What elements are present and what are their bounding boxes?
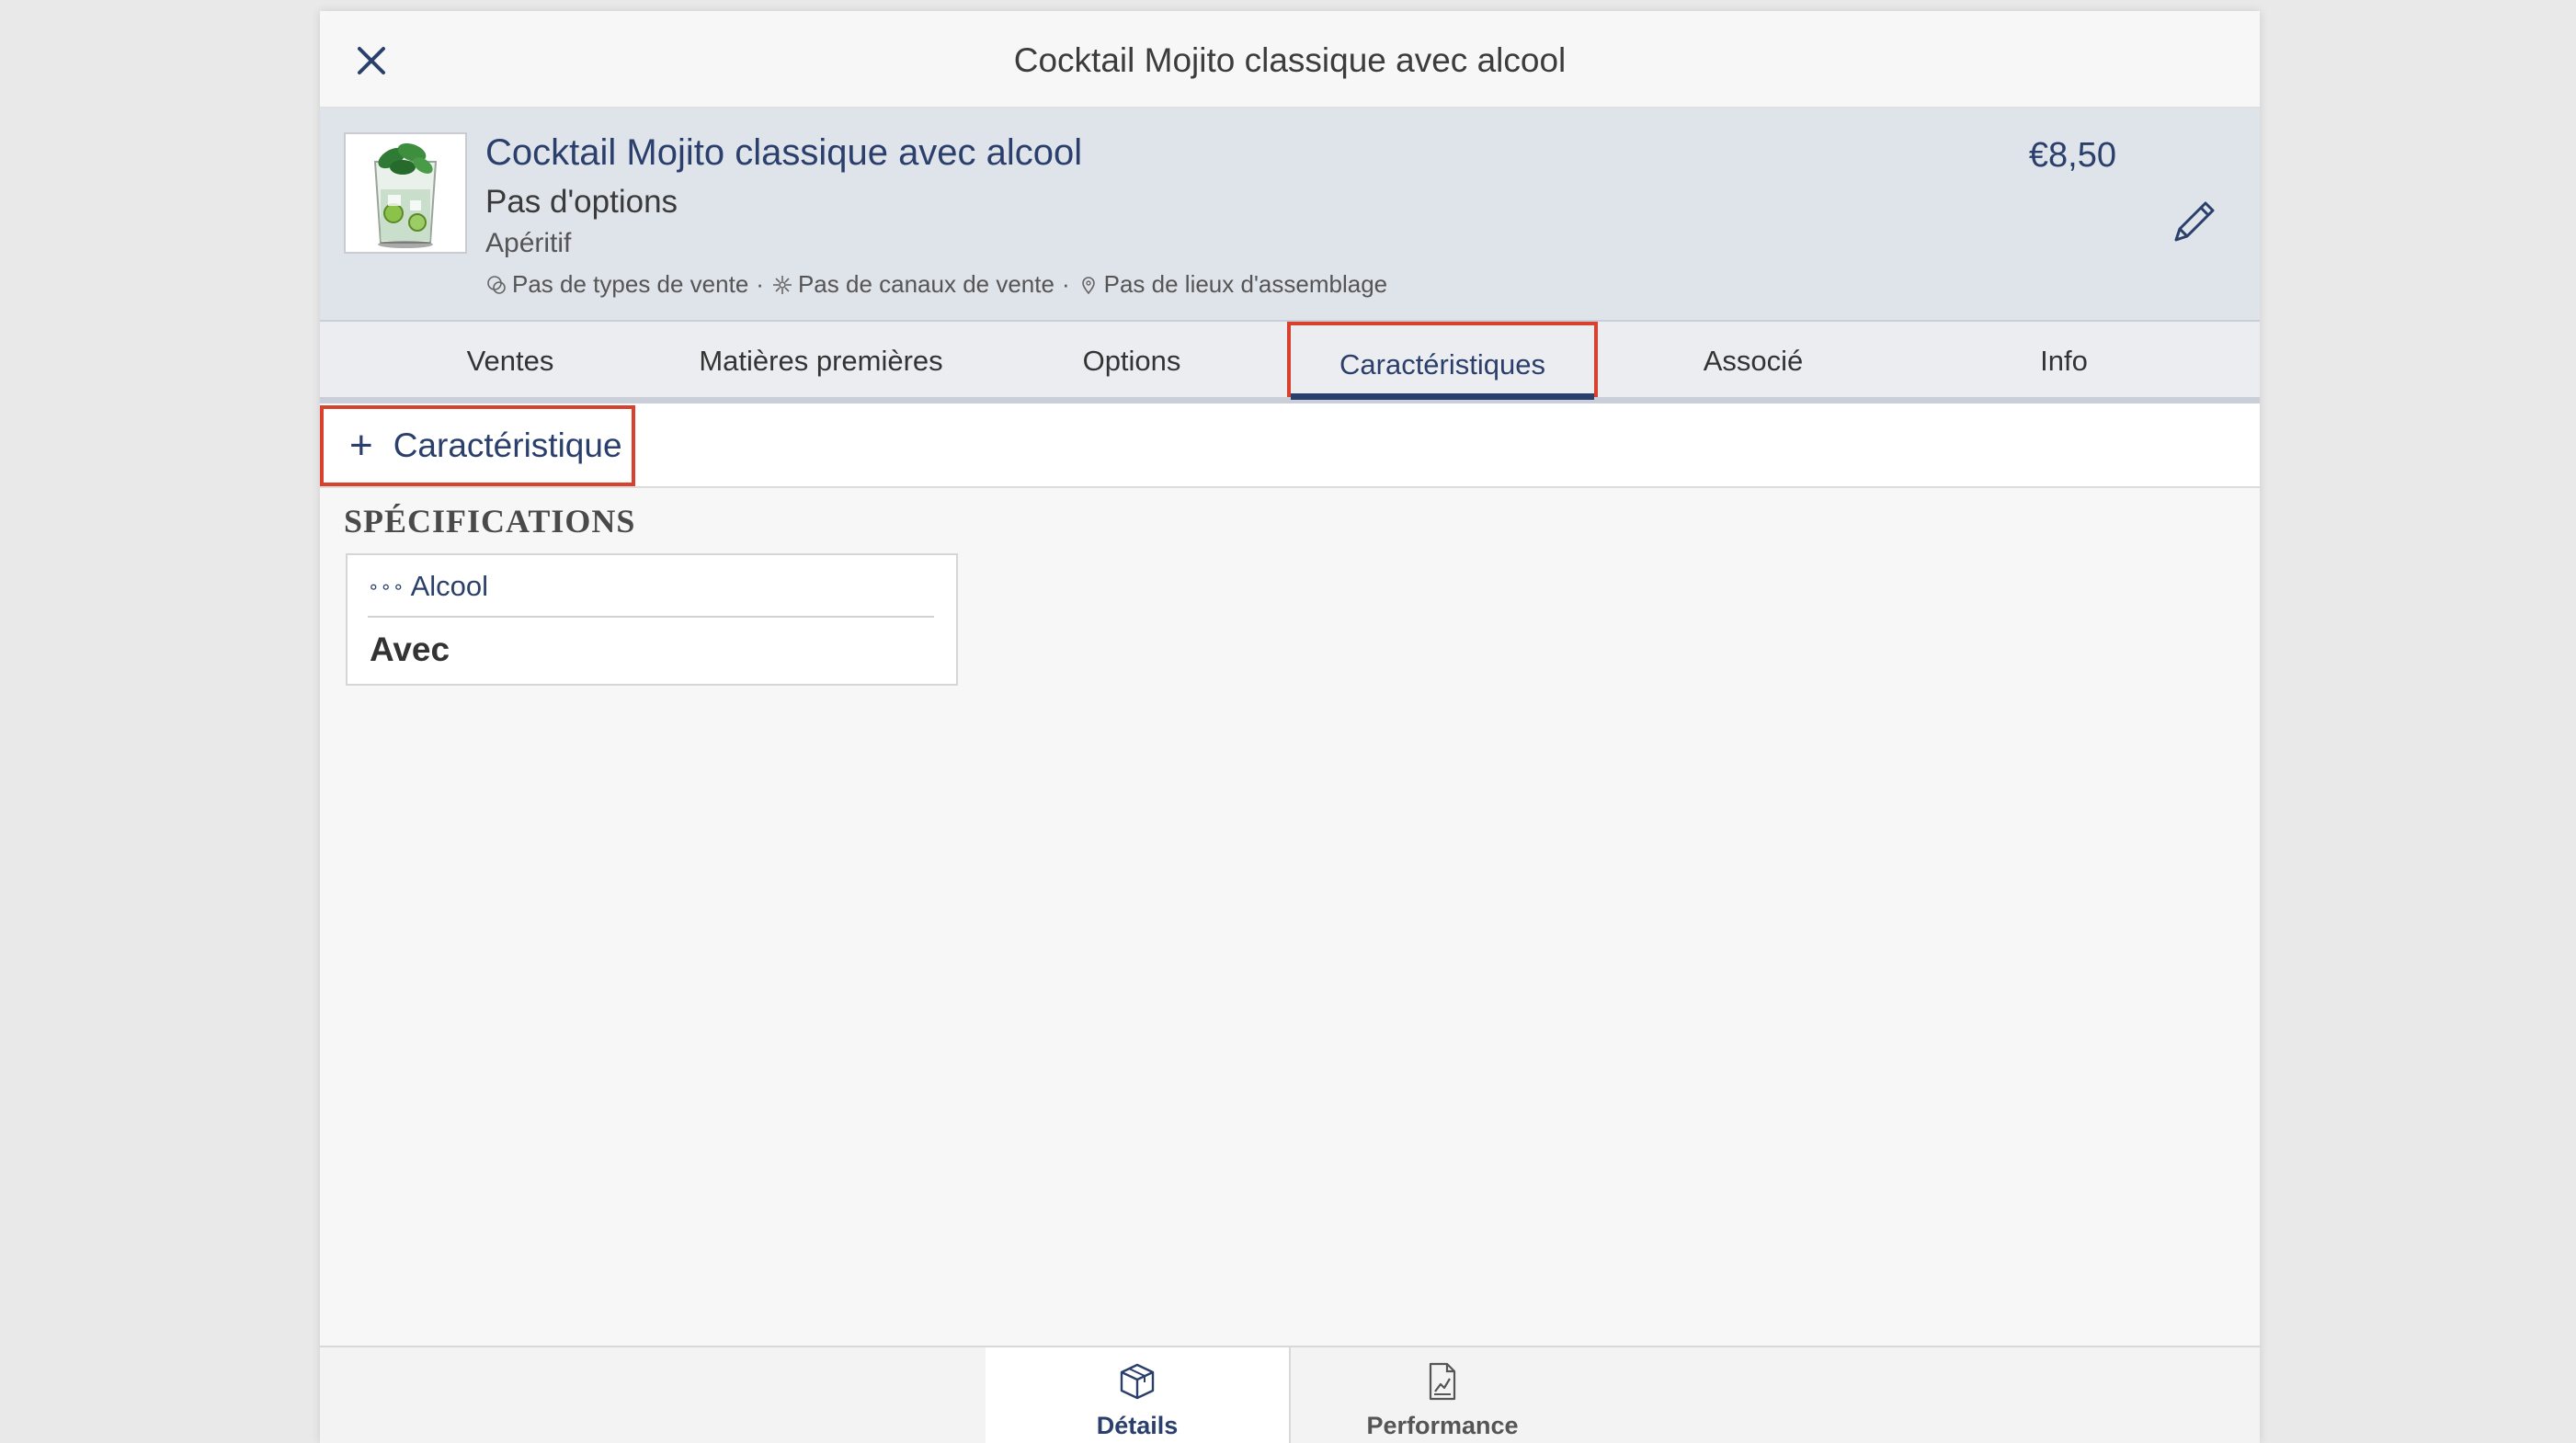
dots-icon: ∘∘∘ bbox=[368, 576, 405, 597]
assembly-places-label: Pas de lieux d'assemblage bbox=[1103, 270, 1388, 298]
meta-separator: · bbox=[1061, 270, 1070, 298]
box-icon bbox=[1120, 1363, 1155, 1400]
bottom-navigation: Détails Performance bbox=[320, 1346, 2260, 1443]
nav-performance-label: Performance bbox=[1366, 1412, 1519, 1439]
sale-types-label: Pas de types de vente bbox=[512, 270, 749, 298]
tab-matieres-premieres[interactable]: Matières premières bbox=[666, 322, 976, 397]
toolbar: + Caractéristique bbox=[320, 403, 2260, 488]
add-characteristic-button[interactable]: + Caractéristique bbox=[320, 405, 635, 486]
product-header: Cocktail Mojito classique avec alcool Pa… bbox=[320, 108, 2260, 322]
sale-channels-info: Pas de canaux de vente bbox=[771, 270, 1054, 299]
product-category: Apéritif bbox=[485, 228, 572, 258]
product-options: Pas d'options bbox=[485, 184, 678, 220]
product-thumbnail bbox=[344, 132, 467, 254]
pencil-icon bbox=[2174, 201, 2215, 242]
product-price: €8,50 bbox=[2028, 136, 2116, 175]
top-bar: Cocktail Mojito classique avec alcool bbox=[320, 11, 2260, 108]
section-title: SPÉCIFICATIONS bbox=[344, 503, 636, 540]
product-detail-panel: Cocktail Mojito classique avec alcool Co… bbox=[320, 11, 2260, 1443]
nav-performance[interactable]: Performance bbox=[1291, 1347, 1594, 1443]
sale-types-icon bbox=[487, 275, 506, 294]
location-pin-icon bbox=[1081, 276, 1095, 294]
spec-label: ∘∘∘ Alcool bbox=[368, 570, 488, 603]
spec-label-text: Alcool bbox=[410, 570, 488, 602]
tab-bar: Ventes Matières premières Options Caract… bbox=[320, 322, 2260, 403]
product-name: Cocktail Mojito classique avec alcool bbox=[485, 132, 1083, 173]
product-meta: Pas de types de vente · Pas de canaux de… bbox=[485, 270, 1387, 299]
spec-card[interactable]: ∘∘∘ Alcool Avec bbox=[346, 553, 958, 686]
assembly-places-info: Pas de lieux d'assemblage bbox=[1077, 270, 1387, 299]
nav-details-label: Détails bbox=[1096, 1412, 1179, 1439]
nav-details[interactable]: Détails bbox=[986, 1347, 1289, 1443]
tab-options[interactable]: Options bbox=[976, 322, 1287, 397]
tab-associe[interactable]: Associé bbox=[1598, 322, 1909, 397]
sale-channels-label: Pas de canaux de vente bbox=[797, 270, 1054, 298]
divider bbox=[368, 616, 934, 618]
sale-types-info: Pas de types de vente bbox=[485, 270, 748, 299]
tab-ventes[interactable]: Ventes bbox=[355, 322, 666, 397]
edit-product-button[interactable] bbox=[2164, 191, 2225, 252]
mojito-glass-image bbox=[346, 134, 465, 252]
tab-caracteristiques[interactable]: Caractéristiques bbox=[1287, 322, 1598, 400]
spec-value: Avec bbox=[370, 631, 450, 668]
tab-info[interactable]: Info bbox=[1909, 322, 2219, 397]
window-title: Cocktail Mojito classique avec alcool bbox=[1013, 41, 1567, 79]
sale-channels-icon bbox=[772, 275, 792, 294]
plus-icon: + bbox=[349, 423, 373, 468]
meta-separator: · bbox=[756, 270, 764, 298]
add-characteristic-label: Caractéristique bbox=[393, 426, 622, 464]
chart-document-icon bbox=[1429, 1362, 1456, 1401]
